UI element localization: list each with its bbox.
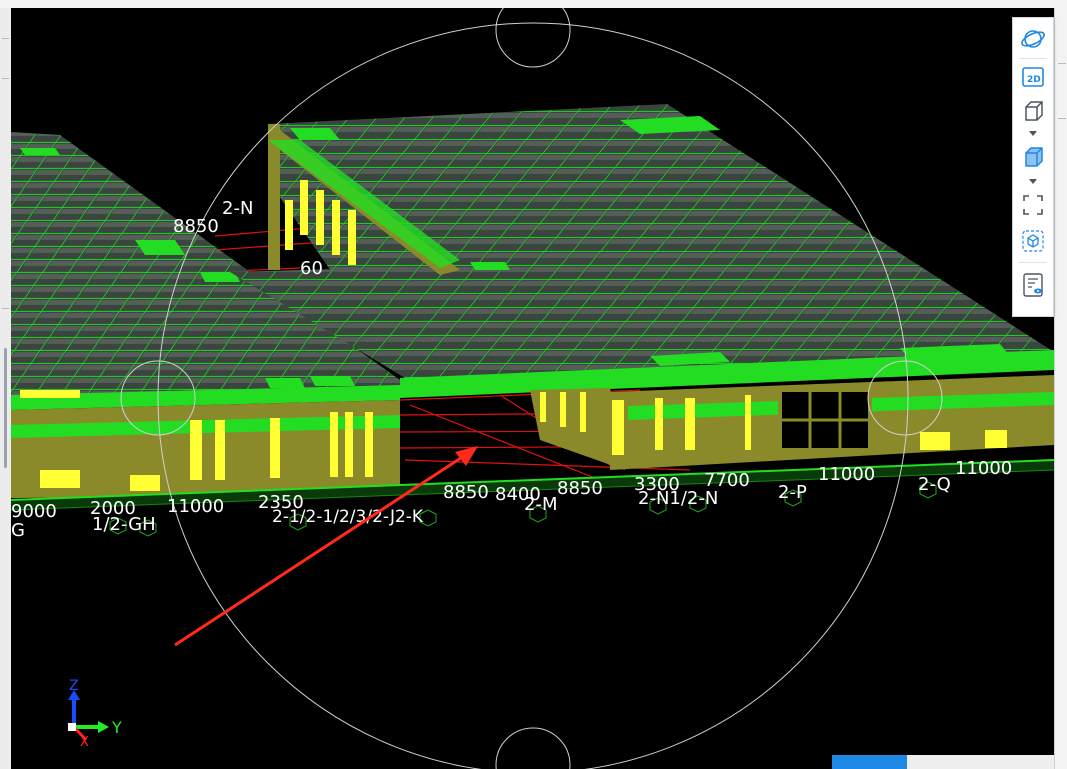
axis-label: 2-M	[524, 494, 557, 515]
panel-splitter-handle[interactable]	[4, 348, 7, 468]
axis-label: 2-1/2-1/2/3/2-J2-K	[272, 507, 424, 527]
view-2d-label: 2D	[1027, 75, 1041, 85]
dim-label: 11000	[167, 496, 224, 517]
axis-label: 2-Q	[918, 474, 951, 495]
axis-label: 1/2-GH	[92, 514, 156, 535]
view-properties-button[interactable]	[1019, 272, 1047, 298]
bottom-active-tab[interactable]	[832, 755, 907, 769]
isolate-cube-icon	[1022, 230, 1044, 252]
orbit-icon	[1021, 30, 1045, 48]
solid-cube-icon	[1025, 147, 1043, 167]
bottom-status-bar	[907, 755, 1054, 769]
dim-label: 11000	[955, 458, 1012, 479]
grid-label: 8850	[173, 216, 219, 237]
toolbar-divider	[1019, 262, 1047, 263]
axis-label: G	[11, 520, 25, 541]
triad-x-label: X	[80, 735, 89, 750]
orbit-view-button[interactable]	[1019, 26, 1047, 52]
axis-label: 2-N1/2-N	[638, 488, 718, 509]
triad-z-label: Z	[69, 678, 79, 694]
view-toolbar: 2D	[1012, 17, 1054, 317]
chevron-down-icon	[1029, 131, 1037, 136]
orbit-handle-top[interactable]	[495, 8, 571, 68]
dim-label: 8850	[443, 482, 489, 503]
view-2d-button[interactable]: 2D	[1019, 64, 1047, 90]
panel-tick	[2, 78, 9, 79]
wireframe-options-dropdown[interactable]	[1027, 128, 1039, 138]
right-panel-edge	[1054, 8, 1067, 769]
panel-tick	[1058, 63, 1066, 64]
orbit-handle-bottom[interactable]	[495, 727, 571, 769]
dim-label: 8850	[557, 478, 603, 499]
panel-tick	[2, 38, 9, 39]
axis-label: 9000	[11, 501, 57, 522]
view-properties-icon	[1023, 273, 1043, 297]
axis-label: 2-P	[778, 482, 807, 503]
toolbar-divider	[1019, 58, 1047, 59]
isolate-view-button[interactable]	[1019, 228, 1047, 254]
axis-triad: Z Y X	[68, 678, 122, 750]
3d-model-viewport[interactable]: 2-N 8850 60 2000 11000 2350 8850 8400 88…	[11, 8, 1054, 769]
view-2d-icon: 2D	[1022, 67, 1044, 87]
grid-label: 2-N	[222, 198, 253, 219]
dim-label: 11000	[818, 464, 875, 485]
panel-tick	[1058, 118, 1066, 119]
fit-view-button[interactable]	[1019, 192, 1047, 218]
fit-view-icon	[1023, 195, 1043, 215]
triad-y-label: Y	[111, 718, 122, 737]
solid-options-dropdown[interactable]	[1027, 176, 1039, 186]
wireframe-cube-icon	[1025, 101, 1043, 121]
wireframe-view-button[interactable]	[1019, 98, 1047, 124]
building-model-scene[interactable]: 2-N 8850 60 2000 11000 2350 8850 8400 88…	[11, 8, 1054, 769]
grid-label: 60	[300, 258, 323, 279]
solid-view-button[interactable]	[1019, 144, 1047, 170]
panel-tick	[2, 308, 9, 309]
chevron-down-icon	[1029, 179, 1037, 184]
